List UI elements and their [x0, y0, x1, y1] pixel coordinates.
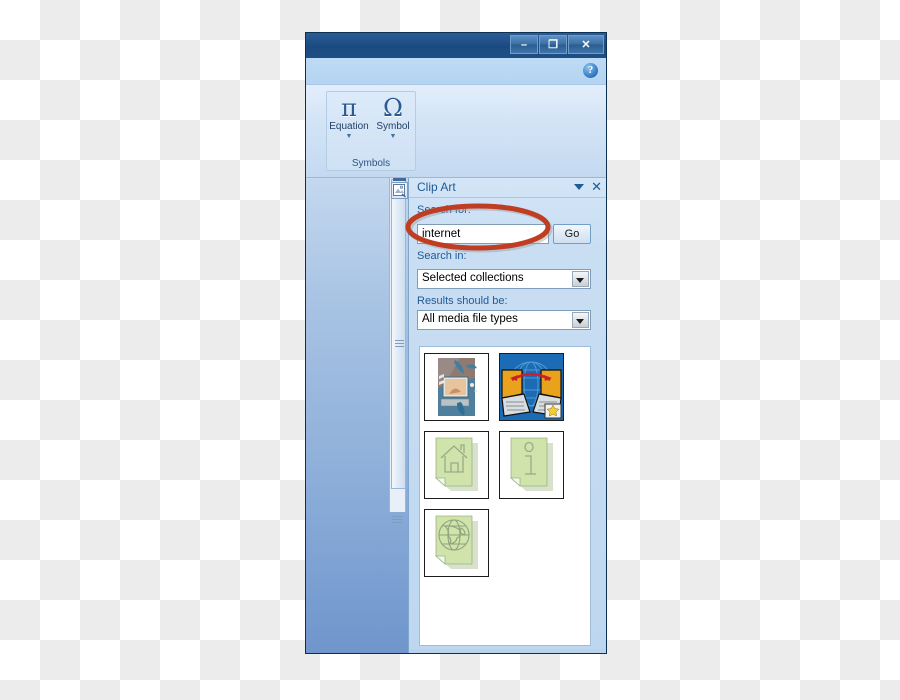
clip-art-task-pane: Clip Art ✕ Search for: Go Search in: Sel… [408, 178, 606, 653]
omega-icon: Ω [383, 94, 403, 122]
scroll-split-grip[interactable] [392, 516, 402, 524]
results-should-be-select[interactable]: All media file types [417, 310, 591, 330]
search-in-label: Search in: [417, 250, 467, 262]
clip-art-result-item[interactable] [424, 509, 489, 577]
equation-button-label: Equation [329, 121, 369, 132]
task-pane-close-icon[interactable]: ✕ [591, 179, 602, 195]
ribbon-group-title: Symbols [351, 158, 391, 169]
task-pane-bottom-strip [409, 649, 606, 653]
clip-art-results-box [419, 346, 591, 646]
results-should-be-value: All media file types [422, 313, 518, 325]
scroll-thumb-grip [395, 340, 404, 347]
search-in-select[interactable]: Selected collections [417, 269, 591, 289]
clip-art-icon [391, 182, 408, 199]
clip-art-result-item[interactable] [499, 353, 564, 421]
chevron-down-icon[interactable] [572, 312, 589, 328]
clip-art-result-item[interactable] [424, 431, 489, 499]
chevron-down-icon[interactable]: ▼ [328, 133, 370, 141]
pane-toggle-bar [393, 178, 406, 181]
search-for-label: Search for: [417, 204, 471, 216]
ribbon-group-items: π Equation ▼ Ω Symbol ▼ [327, 92, 415, 141]
close-button[interactable]: ✕ [568, 35, 604, 54]
minimize-button[interactable]: – [510, 35, 538, 54]
ribbon-tab-strip: ? [306, 58, 606, 85]
clip-art-pane-toggle[interactable] [391, 178, 409, 202]
help-icon[interactable]: ? [583, 63, 598, 78]
chevron-down-icon[interactable] [572, 271, 589, 287]
ribbon-group-symbols: π Equation ▼ Ω Symbol ▼ Symbols [326, 91, 416, 171]
symbol-button-label: Symbol [376, 121, 410, 132]
task-pane-title: Clip Art [417, 180, 456, 194]
clip-art-result-item[interactable] [499, 431, 564, 499]
chevron-down-icon[interactable]: ▼ [372, 133, 414, 141]
go-button[interactable]: Go [553, 224, 591, 244]
window-controls: – ❐ ✕ [510, 35, 604, 54]
chevron-down-icon[interactable] [574, 184, 584, 190]
search-input[interactable] [417, 224, 549, 244]
document-scrollbar[interactable] [389, 178, 406, 512]
clip-art-results-grid [420, 347, 590, 577]
restore-button[interactable]: ❐ [539, 35, 567, 54]
equation-button[interactable]: π Equation ▼ [328, 95, 370, 141]
application-window: – ❐ ✕ ? π Equation ▼ Ω Symbol ▼ Symbols … [305, 32, 607, 654]
search-in-value: Selected collections [422, 272, 524, 284]
document-area: Clip Art ✕ Search for: Go Search in: Sel… [306, 178, 606, 653]
results-should-be-label: Results should be: [417, 295, 508, 307]
title-bar: – ❐ ✕ [306, 33, 606, 58]
scroll-thumb[interactable] [391, 194, 406, 489]
pi-icon: π [341, 94, 357, 122]
symbol-button[interactable]: Ω Symbol ▼ [372, 95, 414, 141]
task-pane-header: Clip Art ✕ [409, 178, 606, 198]
clip-art-result-item[interactable] [424, 353, 489, 421]
ribbon-body: π Equation ▼ Ω Symbol ▼ Symbols [306, 85, 606, 178]
